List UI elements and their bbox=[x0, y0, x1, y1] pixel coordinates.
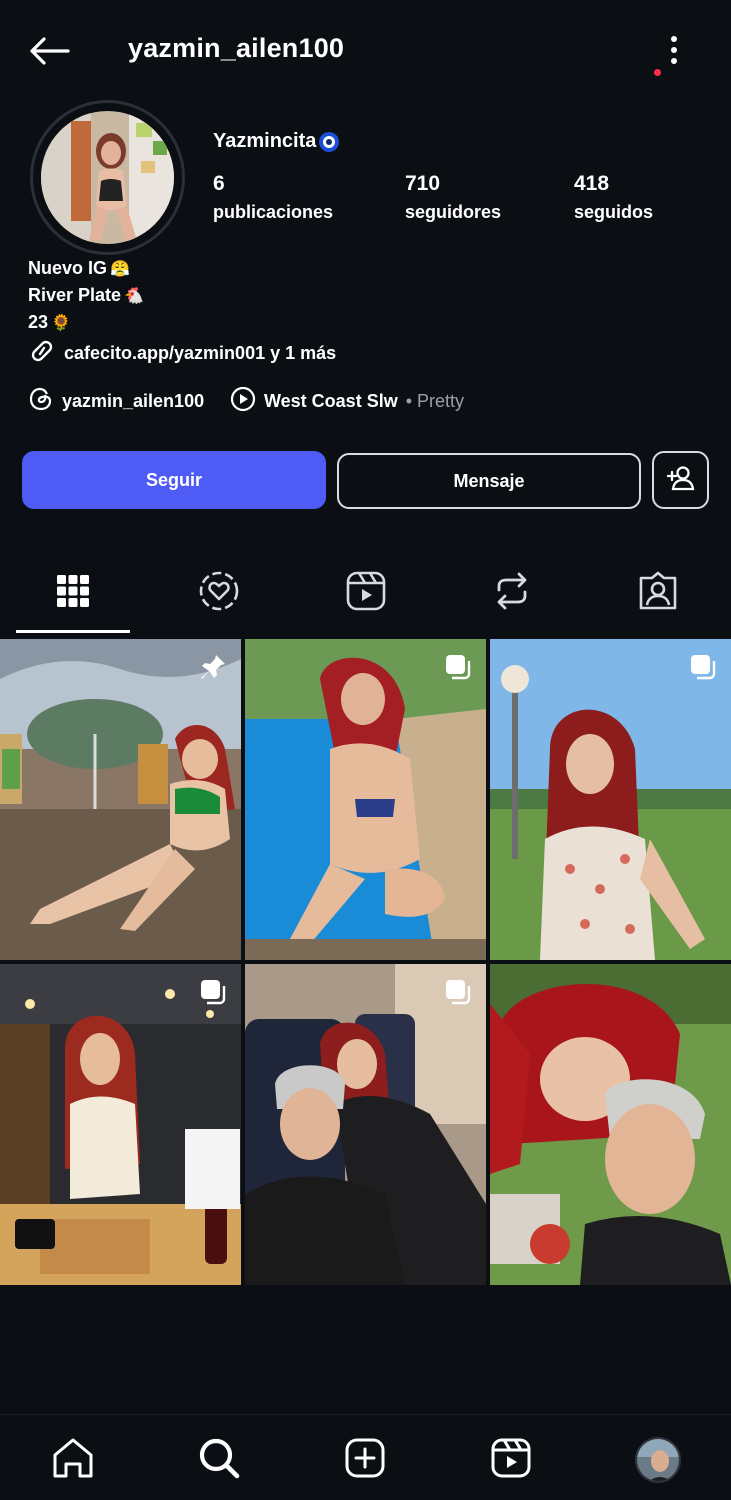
post-thumbnail[interactable] bbox=[245, 639, 486, 960]
stat-following-value: 418 bbox=[574, 172, 610, 195]
steam-face-emoji-icon: 😤 bbox=[110, 260, 130, 278]
reels-icon bbox=[345, 570, 387, 617]
bottom-navigation bbox=[0, 1414, 731, 1500]
profile-username-title: yazmin_ailen100 bbox=[128, 33, 345, 63]
carousel-icon bbox=[444, 653, 472, 681]
display-name: Yazmincita bbox=[213, 130, 340, 153]
profile-music[interactable]: West Coast Slw • Pretty bbox=[230, 386, 464, 416]
tab-posts[interactable] bbox=[33, 567, 113, 619]
stat-posts-value: 6 bbox=[213, 172, 225, 195]
tab-highlights[interactable] bbox=[179, 567, 259, 619]
follow-button[interactable]: Seguir bbox=[22, 451, 326, 509]
threads-badge[interactable]: yazmin_ailen100 bbox=[28, 386, 204, 416]
music-artist: • Pretty bbox=[405, 390, 465, 411]
home-icon bbox=[51, 1437, 95, 1484]
top-bar: yazmin_ailen100 bbox=[0, 0, 731, 100]
nav-home[interactable] bbox=[43, 1435, 103, 1485]
stat-following[interactable]: 418 seguidos bbox=[574, 172, 653, 223]
bio-text: Nuevo IG bbox=[28, 258, 108, 278]
create-icon bbox=[344, 1437, 386, 1484]
nav-search[interactable] bbox=[189, 1435, 249, 1485]
more-options-icon[interactable] bbox=[656, 30, 692, 70]
heart-circle-icon bbox=[198, 570, 240, 617]
search-icon bbox=[197, 1436, 241, 1485]
post-thumbnail[interactable] bbox=[0, 639, 241, 960]
stat-followers-value: 710 bbox=[405, 172, 441, 195]
posts-grid bbox=[0, 639, 731, 1287]
bio-line-2: River Plate 🐔 bbox=[28, 285, 144, 306]
profile-avatar bbox=[635, 1437, 681, 1483]
display-name-text: Yazmincita bbox=[213, 130, 317, 152]
sunflower-emoji-icon: 🌻 bbox=[51, 314, 71, 332]
nazar-eye-emoji-icon bbox=[319, 131, 340, 152]
carousel-icon bbox=[444, 978, 472, 1006]
notification-dot bbox=[654, 69, 661, 76]
chicken-emoji-icon: 🐔 bbox=[124, 287, 145, 305]
tab-tagged[interactable] bbox=[618, 567, 698, 619]
nav-profile[interactable] bbox=[628, 1435, 688, 1485]
back-arrow-icon[interactable] bbox=[26, 32, 72, 70]
nav-reels[interactable] bbox=[481, 1435, 541, 1485]
post-thumbnail[interactable] bbox=[245, 964, 486, 1285]
grid-icon bbox=[56, 574, 90, 613]
bio-text: River Plate bbox=[28, 285, 122, 305]
repost-icon bbox=[493, 570, 531, 617]
nav-create[interactable] bbox=[335, 1435, 395, 1485]
threads-icon bbox=[28, 386, 54, 417]
carousel-icon bbox=[199, 978, 227, 1006]
carousel-icon bbox=[689, 653, 717, 681]
stat-following-label: seguidos bbox=[574, 202, 654, 222]
active-tab-indicator bbox=[16, 630, 130, 633]
bio-line-1: Nuevo IG 😤 bbox=[28, 258, 130, 279]
profile-avatar bbox=[41, 111, 174, 244]
post-thumbnail[interactable] bbox=[490, 639, 731, 960]
message-button[interactable]: Mensaje bbox=[337, 453, 641, 509]
suggest-user-button[interactable] bbox=[652, 451, 709, 509]
bio-link[interactable]: cafecito.app/yazmin001 y 1 más bbox=[28, 338, 336, 369]
link-icon bbox=[28, 338, 56, 369]
profile-avatar-ring[interactable] bbox=[30, 100, 185, 255]
tagged-icon bbox=[637, 570, 679, 617]
stat-posts-label: publicaciones bbox=[213, 202, 334, 222]
post-thumbnail[interactable] bbox=[490, 964, 731, 1285]
reels-icon bbox=[490, 1437, 532, 1484]
threads-handle: yazmin_ailen100 bbox=[62, 390, 205, 411]
stat-followers[interactable]: 710 seguidores bbox=[405, 172, 501, 223]
pin-icon bbox=[199, 653, 227, 681]
stat-followers-label: seguidores bbox=[405, 202, 502, 222]
bio-line-3: 23 🌻 bbox=[28, 312, 71, 333]
tab-reels[interactable] bbox=[326, 567, 406, 619]
bio-text: 23 bbox=[28, 312, 49, 332]
post-thumbnail[interactable] bbox=[0, 964, 241, 1285]
play-circle-icon bbox=[230, 386, 256, 417]
add-user-icon bbox=[665, 464, 697, 497]
music-title: West Coast Slw bbox=[264, 390, 398, 411]
bio-link-text: cafecito.app/yazmin001 y 1 más bbox=[64, 343, 337, 363]
stat-posts[interactable]: 6 publicaciones bbox=[213, 172, 333, 223]
tab-reposts[interactable] bbox=[472, 567, 552, 619]
